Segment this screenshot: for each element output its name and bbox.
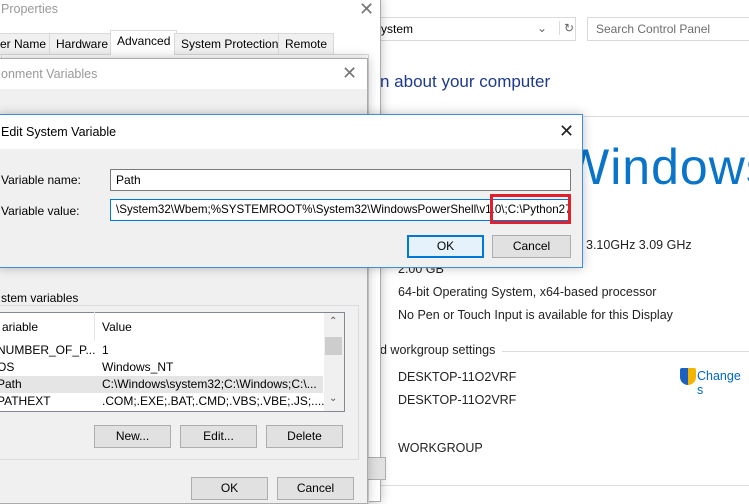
dialog-title: onment Variables xyxy=(1,67,98,81)
change-settings-link[interactable]: Change s xyxy=(697,369,749,397)
close-icon[interactable]: ✕ xyxy=(359,0,374,18)
close-icon[interactable]: ✕ xyxy=(559,122,574,140)
apply-button[interactable] xyxy=(366,457,386,480)
divider xyxy=(380,485,749,486)
value-cell: Windows_NT xyxy=(102,360,174,374)
edit-system-variable-dialog: Edit System Variable ✕ Variable name: Pa… xyxy=(0,114,583,268)
pen-touch: No Pen or Touch Input is available for t… xyxy=(398,308,673,322)
system-type: 64-bit Operating System, x64-based proce… xyxy=(398,285,657,299)
list-header: ariable Value xyxy=(0,311,323,341)
scroll-down-icon[interactable]: ⌄ xyxy=(329,393,337,404)
scroll-thumb[interactable] xyxy=(325,337,342,355)
variables-list[interactable]: ariable Value NUMBER_OF_P... 1 OS Window… xyxy=(0,311,345,412)
scroll-up-icon[interactable]: ⌃ xyxy=(329,316,337,327)
tab-computer-name[interactable]: er Name xyxy=(0,33,54,55)
variable-cell: Path xyxy=(0,377,22,391)
address-text: ystem xyxy=(381,22,414,36)
variable-cell: OS xyxy=(0,360,15,374)
dialog-title: Edit System Variable xyxy=(1,125,117,139)
processor-speed: 3.10GHz 3.09 GHz xyxy=(586,238,692,252)
tab-remote[interactable]: Remote xyxy=(278,33,335,55)
column-header-variable[interactable]: ariable xyxy=(2,319,38,336)
search-input[interactable]: Search Control Panel xyxy=(587,17,749,41)
refresh-icon[interactable]: ↻ xyxy=(559,21,574,35)
tab-hardware[interactable]: Hardware xyxy=(49,33,116,55)
variable-name-label: Variable name: xyxy=(1,173,81,187)
value-cell: .COM;.EXE;.BAT;.CMD;.VBS;.VBE;.JS;.... xyxy=(102,394,325,408)
table-row[interactable]: PATHEXT .COM;.EXE;.BAT;.CMD;.VBS;.VBE;.J… xyxy=(0,393,325,410)
tab-advanced[interactable]: Advanced xyxy=(110,30,178,55)
full-computer-name: DESKTOP-11O2VRF xyxy=(398,393,517,407)
shield-icon xyxy=(680,368,696,385)
divider xyxy=(580,116,749,117)
ok-button[interactable]: OK xyxy=(407,235,484,258)
chevron-down-icon[interactable]: ⌄ xyxy=(537,21,547,35)
scrollbar[interactable]: ⌃ ⌄ xyxy=(324,313,344,411)
variable-cell: NUMBER_OF_P... xyxy=(0,343,96,357)
value-cell: C:\Windows\system32;C:\Windows;C:\... xyxy=(102,377,317,391)
computer-name: DESKTOP-11O2VRF xyxy=(398,370,517,384)
table-row[interactable]: OS Windows_NT xyxy=(0,359,323,376)
divider xyxy=(502,351,749,352)
variable-value-label: Variable value: xyxy=(1,204,80,218)
value-cell: 1 xyxy=(102,343,109,357)
delete-button[interactable]: Delete xyxy=(266,425,343,448)
section-label: d workgroup settings xyxy=(380,343,496,357)
group-label: stem variables xyxy=(1,291,82,305)
variable-cell: PATHEXT xyxy=(0,394,51,408)
new-button[interactable]: New... xyxy=(94,425,171,448)
column-header-value[interactable]: Value xyxy=(102,319,132,336)
cancel-button[interactable]: Cancel xyxy=(277,477,354,500)
cancel-button[interactable]: Cancel xyxy=(492,235,571,258)
highlight-box xyxy=(490,194,571,224)
dialog-title: Properties xyxy=(1,2,58,16)
tab-system-protection[interactable]: System Protection xyxy=(174,33,286,55)
workgroup: WORKGROUP xyxy=(398,441,483,455)
windows-logo: Windows xyxy=(562,139,749,195)
table-row-selected[interactable]: Path C:\Windows\system32;C:\Windows;C:\.… xyxy=(0,376,323,393)
close-icon[interactable]: ✕ xyxy=(342,64,357,82)
page-heading: n about your computer xyxy=(380,72,551,91)
table-row[interactable]: NUMBER_OF_P... 1 xyxy=(0,342,323,359)
ok-button[interactable]: OK xyxy=(191,477,268,500)
edit-button[interactable]: Edit... xyxy=(180,425,257,448)
variable-name-input[interactable]: Path xyxy=(110,169,571,191)
